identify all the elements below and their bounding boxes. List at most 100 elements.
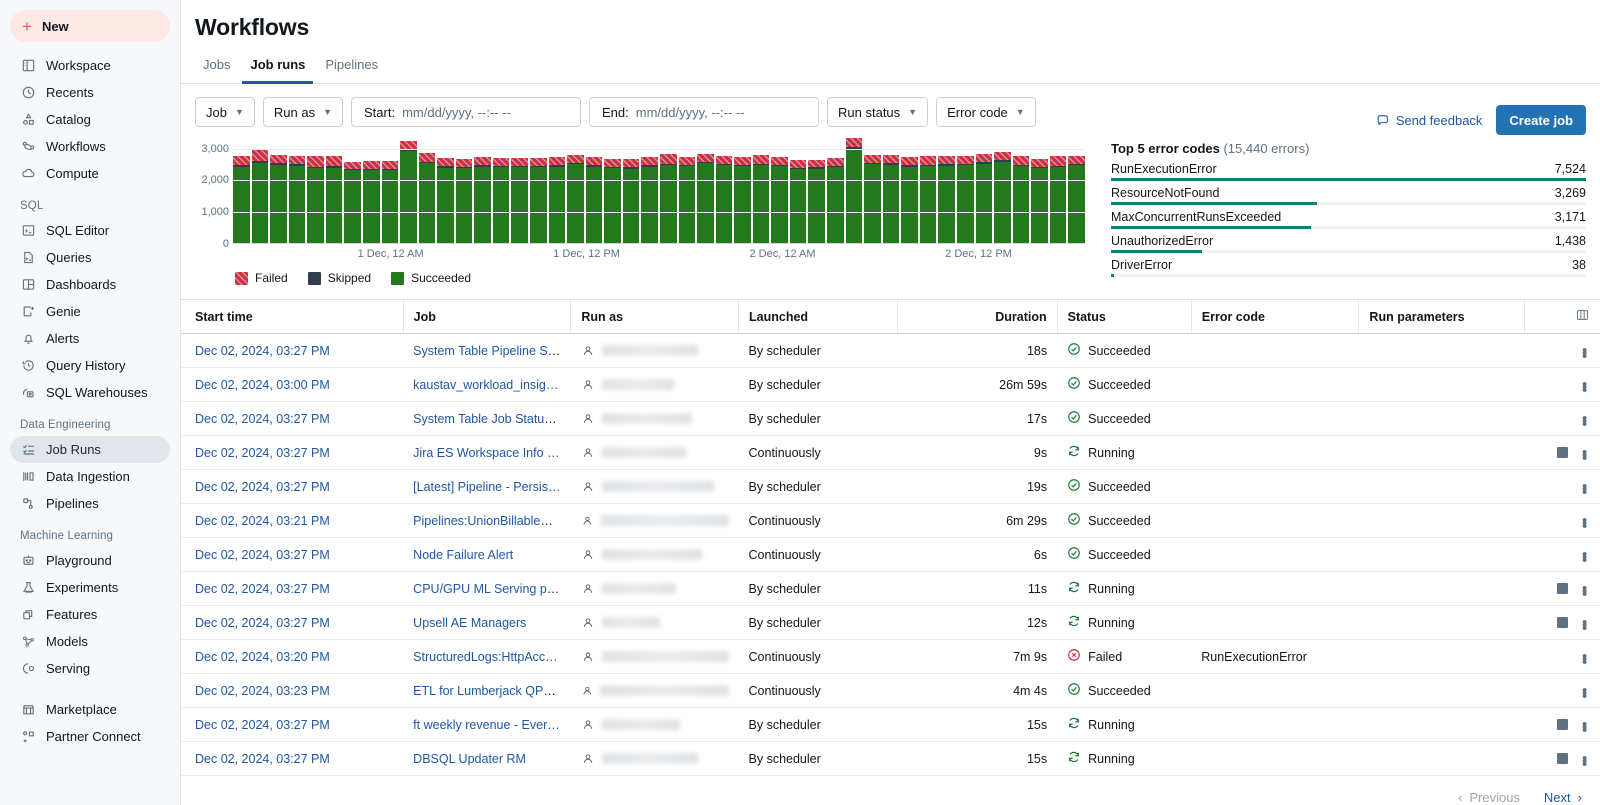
legend-item-failed[interactable]: Failed	[235, 271, 288, 285]
chart-bar[interactable]	[753, 155, 770, 243]
sidebar-item-recents[interactable]: Recents	[10, 79, 170, 106]
row-menu-button[interactable]: •••	[1582, 380, 1586, 389]
job-name-link[interactable]: Pipelines:UnionBillableU…	[413, 514, 562, 528]
chart-bar[interactable]	[474, 157, 491, 243]
error-code-row[interactable]: ResourceNotFound3,269	[1111, 186, 1586, 205]
run-start-time-link[interactable]: Dec 02, 2024, 03:27 PM	[195, 480, 330, 494]
row-menu-button[interactable]: •••	[1582, 754, 1586, 763]
run-start-time-link[interactable]: Dec 02, 2024, 03:27 PM	[195, 752, 330, 766]
table-row[interactable]: Dec 02, 2024, 03:27 PMJira ES Workspace …	[181, 436, 1600, 470]
job-name-link[interactable]: ETL for Lumberjack QPL…	[413, 684, 563, 698]
chart-bar[interactable]	[1013, 156, 1030, 243]
start-date-input[interactable]: Start: mm/dd/yyyy, --:-- --	[351, 97, 581, 127]
table-row[interactable]: Dec 02, 2024, 03:27 PMCPU/GPU ML Serving…	[181, 572, 1600, 606]
chart-bar[interactable]	[697, 154, 714, 243]
run-start-time-link[interactable]: Dec 02, 2024, 03:27 PM	[195, 718, 330, 732]
stop-run-button[interactable]	[1557, 719, 1568, 730]
chart-bar[interactable]	[363, 161, 380, 243]
row-menu-button[interactable]: •••	[1582, 686, 1586, 695]
chart-bar[interactable]	[437, 158, 454, 243]
sidebar-item-models[interactable]: Models	[10, 628, 170, 655]
chart-bar[interactable]	[1031, 159, 1048, 243]
chart-bar[interactable]	[994, 152, 1011, 243]
sidebar-item-genie[interactable]: Genie	[10, 298, 170, 325]
job-name-link[interactable]: System Table Job Status…	[413, 412, 563, 426]
sidebar-item-sql-editor[interactable]: SQL Editor	[10, 217, 170, 244]
chart-bar[interactable]	[808, 160, 825, 243]
run-start-time-link[interactable]: Dec 02, 2024, 03:27 PM	[195, 548, 330, 562]
chart-bar[interactable]	[289, 156, 306, 243]
run-status-filter-dropdown[interactable]: Run status ▼	[827, 97, 928, 127]
table-row[interactable]: Dec 02, 2024, 03:27 PMUpsell AE Managers…	[181, 606, 1600, 640]
row-menu-button[interactable]: •••	[1582, 550, 1586, 559]
row-menu-button[interactable]: •••	[1582, 720, 1586, 729]
sidebar-item-alerts[interactable]: Alerts	[10, 325, 170, 352]
table-row[interactable]: Dec 02, 2024, 03:23 PMETL for Lumberjack…	[181, 674, 1600, 708]
chart-bar[interactable]	[976, 154, 993, 243]
table-row[interactable]: Dec 02, 2024, 03:00 PM kaustav_workload_i…	[181, 368, 1600, 402]
run-start-time-link[interactable]: Dec 02, 2024, 03:27 PM	[195, 446, 330, 460]
error-code-row[interactable]: MaxConcurrentRunsExceeded3,171	[1111, 210, 1586, 229]
chart-bar[interactable]	[883, 155, 900, 243]
job-name-link[interactable]: Upsell AE Managers	[413, 616, 526, 630]
job-name-link[interactable]: kaustav_workload_insig…	[413, 378, 558, 392]
chart-bar[interactable]	[901, 157, 918, 243]
error-code-filter-dropdown[interactable]: Error code ▼	[936, 97, 1036, 127]
run-start-time-link[interactable]: Dec 02, 2024, 03:27 PM	[195, 412, 330, 426]
run-as-filter-dropdown[interactable]: Run as ▼	[263, 97, 343, 127]
sidebar-item-dashboards[interactable]: Dashboards	[10, 271, 170, 298]
job-name-link[interactable]: StructuredLogs:HttpAcc…	[413, 650, 558, 664]
chart-bar[interactable]	[716, 156, 733, 243]
chart-bar[interactable]	[1050, 156, 1067, 243]
new-button[interactable]: + New	[10, 10, 170, 42]
sidebar-item-query-history[interactable]: Query History	[10, 352, 170, 379]
column-header-run-parameters[interactable]: Run parameters	[1359, 300, 1525, 334]
run-start-time-link[interactable]: Dec 02, 2024, 03:21 PM	[195, 514, 330, 528]
row-menu-button[interactable]: •••	[1582, 448, 1586, 457]
chart-bar[interactable]	[864, 155, 881, 243]
chart-bar[interactable]	[1068, 156, 1085, 243]
job-name-link[interactable]: CPU/GPU ML Serving po…	[413, 582, 566, 596]
next-page-button[interactable]: Next ›	[1544, 790, 1582, 805]
run-start-time-link[interactable]: Dec 02, 2024, 03:27 PM	[195, 344, 330, 358]
error-code-row[interactable]: DriverError38	[1111, 258, 1586, 277]
sidebar-item-job-runs[interactable]: Job Runs	[10, 436, 170, 463]
table-row[interactable]: Dec 02, 2024, 03:27 PMDBSQL Updater RMBy…	[181, 742, 1600, 776]
sidebar-item-catalog[interactable]: Catalog	[10, 106, 170, 133]
row-menu-button[interactable]: •••	[1582, 584, 1586, 593]
chart-bar[interactable]	[790, 160, 807, 243]
sidebar-item-queries[interactable]: Queries	[10, 244, 170, 271]
legend-item-skipped[interactable]: Skipped	[308, 271, 371, 285]
chart-bar[interactable]	[623, 159, 640, 243]
chart-bar[interactable]	[938, 156, 955, 243]
column-header-job[interactable]: Job	[403, 300, 571, 334]
stop-run-button[interactable]	[1557, 447, 1568, 458]
row-menu-button[interactable]: •••	[1582, 618, 1586, 627]
run-start-time-link[interactable]: Dec 02, 2024, 03:00 PM	[195, 378, 330, 392]
job-name-link[interactable]: ft weekly revenue - Ever…	[413, 718, 560, 732]
column-header-duration[interactable]: Duration	[898, 300, 1057, 334]
chart-bar[interactable]	[419, 153, 436, 244]
job-name-link[interactable]: Node Failure Alert	[413, 548, 513, 562]
table-row[interactable]: Dec 02, 2024, 03:20 PMStructuredLogs:Htt…	[181, 640, 1600, 674]
chart-bar[interactable]	[233, 156, 250, 243]
table-row[interactable]: Dec 02, 2024, 03:27 PM Node Failure Alert…	[181, 538, 1600, 572]
chart-bar[interactable]	[604, 159, 621, 243]
chart-bar[interactable]	[530, 158, 547, 243]
row-menu-button[interactable]: •••	[1582, 516, 1586, 525]
tab-job-runs[interactable]: Job runs	[242, 53, 313, 84]
stop-run-button[interactable]	[1557, 617, 1568, 628]
row-menu-button[interactable]: •••	[1582, 482, 1586, 491]
sidebar-item-features[interactable]: Features	[10, 601, 170, 628]
chart-bar[interactable]	[549, 157, 566, 243]
chart-bar[interactable]	[957, 156, 974, 243]
tab-jobs[interactable]: Jobs	[195, 53, 238, 84]
chart-bar[interactable]	[771, 157, 788, 243]
column-settings-button[interactable]	[1525, 300, 1600, 334]
column-header-status[interactable]: Status	[1057, 300, 1191, 334]
chart-bar[interactable]	[511, 158, 528, 243]
sidebar-item-compute[interactable]: Compute	[10, 160, 170, 187]
chart-bar[interactable]	[679, 157, 696, 243]
chart-bar[interactable]	[827, 158, 844, 243]
chart-bar[interactable]	[660, 154, 677, 243]
